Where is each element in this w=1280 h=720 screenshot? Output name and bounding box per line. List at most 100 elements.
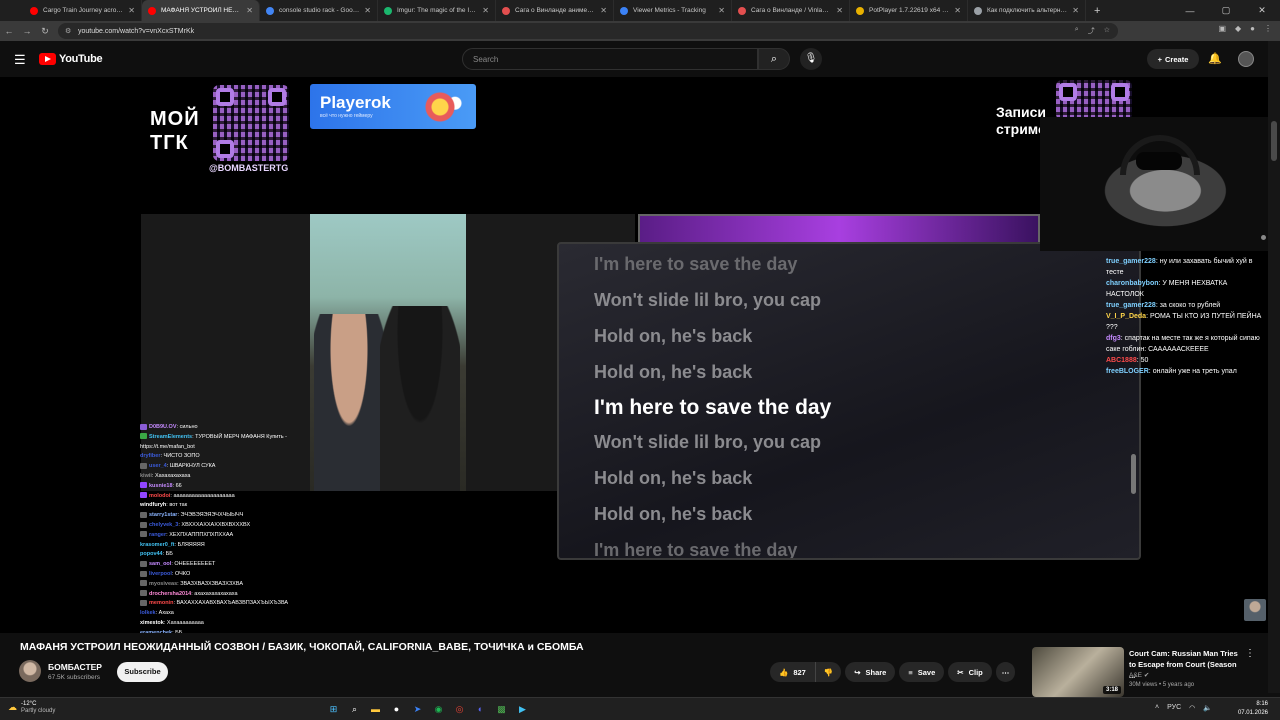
browser-menu-icon[interactable]: ⋮ (1264, 24, 1272, 33)
new-tab-button[interactable]: + (1086, 5, 1108, 17)
zoom-icon[interactable]: ⌕ (1075, 26, 1079, 36)
hamburger-menu-icon[interactable]: ☰ (14, 52, 26, 68)
scrollbar-thumb[interactable] (1271, 121, 1277, 161)
reload-icon[interactable]: ↻ (36, 26, 54, 37)
clip-button[interactable]: ✂ Clip (948, 662, 992, 682)
clip-label: Clip (968, 667, 983, 677)
taskbar-clock[interactable]: 8:16 07.01.2026 (1238, 700, 1268, 718)
save-button[interactable]: ≡ Save (899, 662, 945, 682)
browser-tab[interactable]: Cargo Train Journey across Argy ✕ (24, 0, 142, 21)
subscribe-button[interactable]: Subscribe (117, 662, 168, 682)
account-avatar[interactable] (1238, 51, 1254, 67)
browser-tab[interactable]: console studio rack - Google Se ✕ (260, 0, 378, 21)
voice-search-button[interactable]: 🎙 (800, 48, 822, 70)
file-explorer-icon[interactable]: ▬ (368, 702, 383, 717)
windows-start-icon[interactable]: ⊞ (326, 702, 341, 717)
tab-list: Cargo Train Journey across Argy✕МАФАНЯ У… (24, 0, 1086, 21)
tab-title: МАФАНЯ УСТРОИЛ НЕОЖИДАН (161, 7, 241, 14)
chat-username: liverpool (149, 570, 172, 577)
tab-title: Cargo Train Journey across Argy (43, 7, 123, 14)
browser-tab[interactable]: Imgur: The magic of the Interne ✕ (378, 0, 496, 21)
wifi-icon[interactable]: ◠ (1189, 704, 1195, 712)
site-info-icon[interactable]: ⚙ (65, 27, 71, 35)
youtube-logo[interactable]: YouTube (39, 53, 103, 65)
browser-tab[interactable]: Как подключить альтернатив ✕ (968, 0, 1086, 21)
video-player[interactable]: МОЙ ТГК @BOMBASTERTG Playerok всё что ну… (0, 77, 1268, 633)
search-icon[interactable]: ⌕ (347, 702, 362, 717)
app-icon[interactable]: ● (389, 702, 404, 717)
tab-title: Imgur: The magic of the Interne (397, 7, 477, 14)
system-tray: ˄ РУС ◠ 🔈 (1155, 704, 1212, 712)
language-indicator[interactable]: РУС (1167, 704, 1181, 712)
maximize-icon[interactable]: ▢ (1208, 5, 1244, 16)
tab-close-icon[interactable]: ✕ (836, 6, 843, 15)
extension-icon[interactable]: ◆ (1235, 24, 1241, 33)
tab-close-icon[interactable]: ✕ (600, 6, 607, 15)
share-page-icon[interactable]: ⤴ (1088, 26, 1095, 36)
recommended-more-icon[interactable]: ⋮ (1245, 648, 1255, 659)
more-actions-button[interactable]: ⋯ (995, 662, 1016, 682)
chat-username: myosiveas (149, 580, 178, 587)
chat-text: ЧИСТО ЗОПО (163, 453, 200, 460)
recommended-thumbnail[interactable]: 3:18 (1032, 647, 1124, 697)
telegram-icon[interactable]: ➤ (410, 702, 425, 717)
browser-tab[interactable]: Viewer Metrics - Tracking ✕ (614, 0, 732, 21)
chat-text: ХЕХПХАПППХПХПХХАА (169, 531, 234, 538)
forward-icon[interactable]: → (18, 26, 36, 36)
recommended-channel[interactable]: A&E ✔ (1129, 671, 1149, 679)
close-window-icon[interactable]: ✕ (1244, 5, 1280, 16)
tab-close-icon[interactable]: ✕ (482, 6, 489, 15)
notifications-bell-icon[interactable]: 🔔 (1208, 52, 1222, 65)
tab-close-icon[interactable]: ✕ (246, 6, 253, 15)
chat-message: krasomer0_ft: БЛЯЯЯЯЯ (140, 541, 320, 551)
address-bar[interactable]: ⚙ youtube.com/watch?v=vnXcxSTMrKk ⌕ ⤴ ☆ (58, 23, 1118, 39)
chat-badge-icon (140, 531, 147, 538)
search-button[interactable]: ⌕ (758, 48, 790, 70)
profile-icon[interactable]: ● (1250, 24, 1255, 33)
browser-tab[interactable]: Сага о Винланде аниме 2019 ✕ (496, 0, 614, 21)
weather-widget[interactable]: ☁ -12°C Partly cloudy (8, 700, 55, 714)
weather-condition: Partly cloudy (21, 708, 56, 714)
channel-avatar[interactable] (19, 660, 41, 682)
back-icon[interactable]: ← (0, 26, 18, 36)
chevron-up-icon[interactable]: ˄ (1155, 704, 1159, 712)
weather-temp: -12°C (21, 701, 37, 707)
channel-name[interactable]: БОМБАСТЕР (48, 662, 102, 672)
chat-message: starry1star: ЭЧЭВЭЯЭЯЭЧХЧЫЫЧЧ (140, 511, 320, 521)
chat-text: ББ (165, 551, 173, 558)
browser-tab[interactable]: Сага о Винланде / Vinland Sag ✕ (732, 0, 850, 21)
chat-message: kusnie18: 66 (140, 482, 320, 492)
tab-close-icon[interactable]: ✕ (1072, 6, 1079, 15)
chrome-icon[interactable]: ◎ (452, 702, 467, 717)
bookmark-star-icon[interactable]: ☆ (1104, 26, 1110, 36)
dislike-button[interactable]: 👎 (815, 662, 842, 682)
microphone-icon: 🎙 (804, 53, 818, 64)
tab-close-icon[interactable]: ✕ (954, 6, 961, 15)
tab-close-icon[interactable]: ✕ (718, 6, 725, 15)
share-button[interactable]: ↪ Share (845, 662, 896, 682)
tab-favicon (856, 6, 864, 15)
app-icon[interactable]: ▶ (515, 702, 530, 717)
chat-badge-icon (140, 482, 147, 489)
tab-favicon (738, 6, 746, 15)
volume-icon[interactable]: 🔈 (1203, 704, 1212, 712)
browser-tab[interactable]: МАФАНЯ УСТРОИЛ НЕОЖИДАН ✕ (142, 0, 260, 21)
chat-text: Хахахахахаха (154, 472, 191, 479)
like-button[interactable]: 👍 827 (770, 662, 816, 682)
page-scrollbar[interactable] (1268, 41, 1280, 693)
minecraft-icon[interactable]: ▩ (494, 702, 509, 717)
browser-tab[interactable]: PotPlayer 1.7.22619 x64 RePack ✕ (850, 0, 968, 21)
lyrics-panel: I'm here to save the day Won't slide lil … (557, 242, 1141, 560)
tab-close-icon[interactable]: ✕ (364, 6, 371, 15)
discord-icon[interactable]: ◐ (473, 702, 488, 717)
spotify-icon[interactable]: ◉ (431, 702, 446, 717)
extension-icon[interactable]: ▣ (1218, 24, 1226, 33)
url-text: youtube.com/watch?v=vnXcxSTMrKk (78, 27, 195, 35)
telegram-handle: @BOMBASTERTG (209, 163, 289, 173)
tab-close-icon[interactable]: ✕ (128, 6, 135, 15)
lyrics-scrollbar[interactable] (1131, 454, 1136, 494)
minimize-icon[interactable]: — (1172, 6, 1208, 16)
chat-text: сильно (179, 424, 198, 430)
search-input[interactable]: Search (462, 48, 758, 70)
create-button[interactable]: + Create (1147, 49, 1199, 69)
